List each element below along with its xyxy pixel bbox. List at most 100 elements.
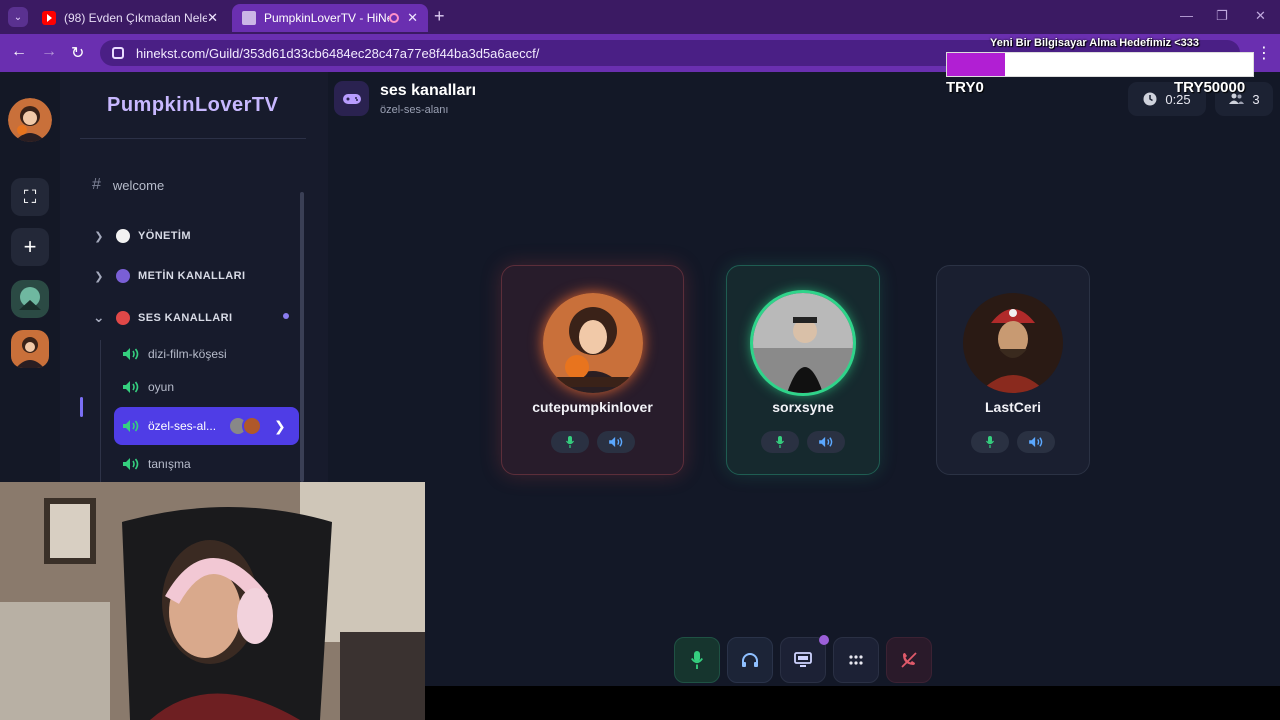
close-tab-icon[interactable]: ✕ [407, 10, 418, 26]
category-icon [116, 269, 130, 283]
channel-welcome[interactable]: # welcome [92, 176, 164, 194]
category-yonetim[interactable]: ❯ YÖNETİM [92, 229, 191, 243]
site-info-icon[interactable] [112, 47, 124, 59]
chevron-right-icon: ❯ [94, 230, 104, 243]
room-title: ses kanalları [380, 82, 477, 99]
channel-label: dizi-film-köşesi [148, 347, 227, 361]
chevron-right-icon[interactable]: ❯ [274, 418, 286, 435]
divider [80, 138, 306, 139]
category-label: YÖNETİM [138, 230, 191, 242]
member-avatars [228, 416, 263, 436]
category-ses-kanallari[interactable]: ⌄ SES KANALLARI [92, 309, 232, 326]
sidebar-scrollbar[interactable] [300, 192, 304, 482]
room-subtitle: özel-ses-alanı [380, 104, 449, 116]
category-icon [116, 229, 130, 243]
participant-name: cutepumpkinlover [532, 399, 653, 415]
speaker-icon [123, 381, 139, 393]
channel-label: welcome [112, 177, 165, 193]
category-label: METİN KANALLARI [138, 270, 246, 282]
voice-channel-dizi-film-kosesi[interactable]: dizi-film-köşesi [122, 347, 227, 361]
avatar [242, 416, 263, 436]
guild-name: PumpkinLoverTV [107, 94, 279, 116]
webcam-feed [0, 482, 425, 720]
mic-icon[interactable] [761, 431, 799, 453]
participant-card[interactable]: cutepumpkinlover [501, 265, 684, 475]
category-label: SES KANALLARI [138, 311, 233, 324]
close-window-button[interactable]: ✕ [1255, 8, 1266, 24]
browser-tab-hinekst[interactable]: PumpkinLoverTV - HiNekst ✕ [232, 4, 428, 32]
fullscreen-icon[interactable]: ⛶ [11, 178, 49, 216]
recording-indicator-icon [389, 13, 400, 23]
unread-dot [283, 313, 289, 319]
hash-icon: # [92, 176, 101, 193]
youtube-icon [42, 11, 56, 25]
chevron-down-icon: ⌄ [92, 309, 106, 325]
gamepad-icon [334, 81, 369, 116]
member-count-value: 3 [1252, 91, 1260, 107]
new-tab-button[interactable]: + [434, 6, 445, 27]
chevron-right-icon: ❯ [94, 270, 104, 283]
active-marker [80, 397, 83, 417]
server-icon[interactable] [11, 330, 49, 368]
voice-channel-tanisma[interactable]: tanışma [122, 457, 191, 471]
avatar [753, 293, 853, 393]
channel-label: oyun [148, 380, 175, 394]
speaker-icon [123, 458, 139, 470]
clock-icon [1143, 92, 1157, 106]
channel-sidebar: PumpkinLoverTV # welcome ❯ YÖNETİM ❯ MET… [60, 72, 328, 482]
participant-name: sorxsyne [772, 399, 834, 415]
leave-call-button[interactable] [886, 637, 932, 683]
category-metin-kanallari[interactable]: ❯ METİN KANALLARI [92, 269, 245, 283]
speaker-icon[interactable] [1017, 431, 1055, 453]
leave-call-icon [901, 652, 917, 668]
donation-progress-bar [946, 52, 1254, 77]
deafen-toggle-button[interactable] [727, 637, 773, 683]
donation-min-label: TRY0 [946, 79, 984, 96]
speaker-icon [123, 420, 139, 432]
voice-channel-ozel-ses-alani[interactable]: özel-ses-al... ❯ [114, 407, 299, 445]
channel-label: tanışma [148, 457, 191, 471]
participant-name: LastCeri [984, 399, 1042, 415]
voice-room: ses kanalları özel-ses-alanı 0:25 3 cute… [328, 72, 1280, 686]
browser-menu-button[interactable]: ⋮ [1256, 43, 1272, 63]
mic-icon[interactable] [971, 431, 1009, 453]
avatar [542, 293, 643, 393]
server-rail: ⛶ + [0, 72, 60, 543]
browser-tab-bar: ⌄ (98) Evden Çıkmadan Neler Der ✕ Pumpki… [0, 0, 1280, 34]
maximize-button[interactable]: ❐ [1216, 8, 1228, 24]
screen-share-button[interactable] [780, 637, 826, 683]
reload-button[interactable]: ↻ [71, 43, 84, 63]
minimize-button[interactable]: — [1180, 8, 1193, 23]
donation-progress-fill [947, 53, 1006, 76]
add-server-icon[interactable]: + [11, 228, 49, 266]
hinekst-icon [242, 11, 256, 25]
server-icon[interactable] [11, 280, 49, 318]
donation-max-label: TRY50000 [1174, 79, 1246, 96]
forward-button[interactable]: → [41, 43, 57, 61]
headphones-icon [742, 653, 758, 667]
speaker-icon[interactable] [807, 431, 845, 453]
tab-title: (98) Evden Çıkmadan Neler Der [64, 11, 208, 25]
browser-tab-youtube[interactable]: (98) Evden Çıkmadan Neler Der ✕ [32, 4, 228, 32]
url-text: hinekst.com/Guild/353d61d33cb6484ec28c47… [136, 45, 540, 61]
participant-card[interactable]: sorxsyne [726, 265, 880, 475]
participant-card[interactable]: LastCeri [936, 265, 1090, 475]
channel-label: özel-ses-al... [148, 419, 217, 433]
donation-goal-title: Yeni Bir Bilgisayar Alma Hedefimiz <333 [990, 37, 1199, 49]
speaker-icon [123, 348, 139, 360]
screen-share-indicator [819, 635, 829, 645]
tree-line [100, 340, 101, 482]
back-button[interactable]: ← [11, 43, 27, 61]
tab-list-button[interactable]: ⌄ [8, 7, 28, 27]
voice-channel-oyun[interactable]: oyun [122, 380, 174, 394]
mute-toggle-button[interactable] [674, 637, 720, 683]
mic-icon [691, 651, 703, 669]
guild-avatar[interactable] [8, 98, 52, 142]
close-tab-icon[interactable]: ✕ [207, 10, 218, 26]
screen-share-icon [794, 652, 812, 667]
category-icon [116, 310, 130, 325]
more-options-button[interactable] [833, 637, 879, 683]
avatar [963, 293, 1063, 393]
speaker-icon[interactable] [596, 431, 635, 453]
mic-icon[interactable] [550, 431, 589, 453]
